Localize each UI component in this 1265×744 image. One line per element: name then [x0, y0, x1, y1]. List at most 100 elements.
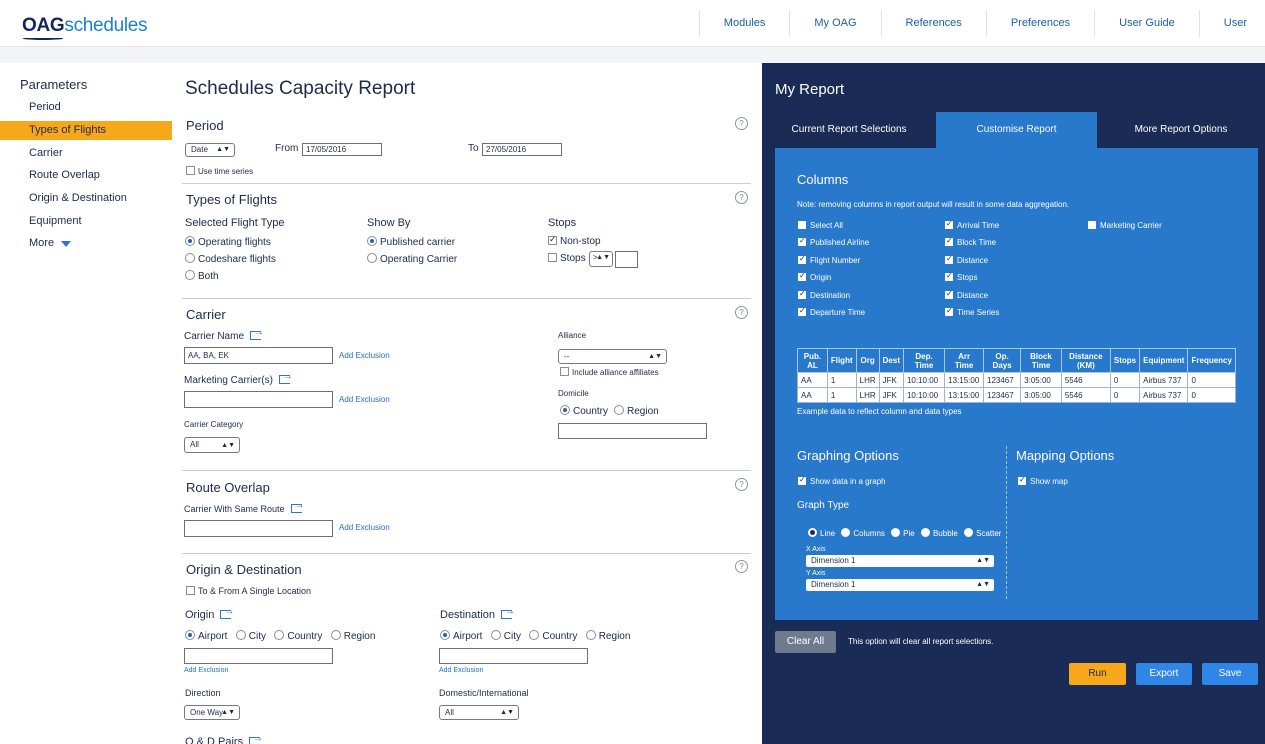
checkbox-checked[interactable] [798, 271, 806, 282]
radio[interactable] [891, 528, 901, 537]
save-button[interactable]: Save [1202, 663, 1258, 685]
show-graph-checkbox[interactable] [798, 475, 806, 485]
col-option[interactable]: Time Series [945, 306, 999, 325]
radio[interactable] [529, 630, 540, 640]
radio-selected[interactable] [185, 236, 195, 246]
time-series-checkbox[interactable] [186, 166, 195, 175]
from-date-input[interactable]: 17/05/2016 [302, 143, 382, 156]
sidebar-item-route-overlap[interactable]: Route Overlap [0, 166, 172, 185]
carrier-name-input[interactable]: AA, BA, EK [184, 347, 333, 364]
marketing-carrier-input[interactable] [184, 391, 333, 408]
opt-operating-flights[interactable]: Operating flights [185, 236, 271, 248]
opt-domicile-region[interactable]: Region [614, 405, 659, 417]
show-graph-option[interactable]: Show data in a graph [798, 475, 886, 486]
checkbox-checked[interactable] [798, 254, 806, 264]
y-axis-select[interactable]: Dimension 1 ▲▼ [806, 579, 994, 591]
col-option[interactable]: Origin [798, 271, 869, 290]
opt-published-carrier[interactable]: Published carrier [367, 236, 455, 248]
x-axis-select[interactable]: Dimension 1 ▲▼ [806, 555, 994, 567]
radio[interactable] [614, 405, 624, 415]
expand-arrow-icon[interactable] [249, 733, 263, 744]
checkbox[interactable] [798, 221, 806, 229]
sidebar-item-period[interactable]: Period [0, 98, 172, 117]
non-stop-checkbox[interactable] [548, 234, 557, 245]
checkbox-checked[interactable] [945, 219, 953, 229]
time-series-option[interactable]: Use time series [186, 166, 253, 176]
checkbox-checked[interactable] [798, 306, 806, 316]
col-option[interactable]: Flight Number [798, 254, 869, 273]
domintl-select[interactable]: All ▲▼ [439, 705, 519, 720]
col-option[interactable]: Published Airline [798, 236, 869, 255]
expand-arrow-icon[interactable] [278, 371, 293, 384]
nav-preferences[interactable]: Preferences [985, 10, 1094, 37]
sidebar-more[interactable]: More [0, 234, 172, 253]
show-map-checkbox[interactable] [1018, 475, 1026, 485]
opt-codeshare-flights[interactable]: Codeshare flights [185, 253, 276, 265]
alliance-affiliates-checkbox[interactable] [560, 367, 569, 376]
alliance-affiliates-option[interactable]: Include alliance affiliates [560, 367, 659, 377]
export-button[interactable]: Export [1136, 663, 1192, 685]
radio[interactable] [235, 630, 246, 640]
stops-checkbox[interactable] [548, 253, 557, 262]
col-option[interactable]: Block Time [945, 236, 999, 255]
nav-user[interactable]: User [1198, 10, 1265, 37]
add-exclusion-link[interactable]: Add Exclusion [439, 667, 483, 674]
col-option[interactable]: Distance [945, 254, 999, 273]
expand-arrow-icon[interactable] [290, 500, 305, 513]
sidebar-item-equipment[interactable]: Equipment [0, 212, 172, 231]
expand-arrow-icon[interactable] [250, 327, 264, 340]
radio[interactable] [964, 528, 974, 537]
col-option[interactable]: Arrival Time [945, 219, 999, 238]
help-icon[interactable]: ? [735, 478, 748, 491]
checkbox-checked[interactable] [945, 254, 953, 264]
nav-references[interactable]: References [880, 10, 986, 37]
carrier-category-select[interactable]: All ▲▼ [184, 437, 240, 453]
nav-my-oag[interactable]: My OAG [789, 10, 880, 37]
radio[interactable] [185, 253, 195, 263]
expand-arrow-icon[interactable] [220, 606, 234, 619]
destination-input[interactable] [439, 648, 588, 664]
period-type-select[interactable]: Date ▲▼ [185, 143, 235, 157]
col-option[interactable]: Distance [945, 289, 999, 308]
direction-select[interactable]: One Way ▲▼ [184, 705, 240, 720]
clear-all-button[interactable]: Clear All [775, 631, 836, 653]
opt-operating-carrier[interactable]: Operating Carrier [367, 253, 457, 265]
col-option[interactable]: Destination [798, 289, 869, 308]
run-button[interactable]: Run [1069, 663, 1126, 685]
add-exclusion-link[interactable]: Add Exclusion [339, 523, 390, 532]
single-location-option[interactable]: To & From A Single Location [186, 586, 311, 596]
opt-domicile-country[interactable]: Country [560, 405, 608, 417]
nav-user-guide[interactable]: User Guide [1094, 10, 1199, 37]
checkbox-checked[interactable] [945, 306, 953, 316]
tab-more-report-options[interactable]: More Report Options [1097, 112, 1265, 148]
same-route-input[interactable] [184, 520, 333, 537]
checkbox-checked[interactable] [798, 236, 806, 247]
domicile-input[interactable] [558, 423, 707, 439]
col-option[interactable]: Stops [945, 271, 999, 290]
radio-selected[interactable] [560, 405, 570, 415]
help-icon[interactable]: ? [735, 117, 748, 130]
radio[interactable] [490, 630, 501, 640]
expand-arrow-icon[interactable] [501, 606, 515, 619]
radio-selected[interactable] [808, 528, 817, 537]
tab-current-report-selections[interactable]: Current Report Selections [762, 112, 936, 148]
checkbox[interactable] [1088, 221, 1096, 229]
col-option[interactable]: Select All [798, 221, 869, 238]
stops-operator-select[interactable]: > ▲▼ [589, 251, 613, 267]
radio[interactable] [841, 528, 851, 537]
show-map-option[interactable]: Show map [1018, 475, 1068, 486]
radio[interactable] [367, 253, 377, 263]
sidebar-item-types-of-flights[interactable]: Types of Flights [0, 121, 172, 140]
opt-both[interactable]: Both [185, 270, 219, 282]
radio-selected[interactable] [367, 236, 377, 246]
checkbox-checked[interactable] [945, 271, 953, 282]
radio[interactable] [920, 528, 930, 537]
opt-non-stop[interactable]: Non-stop [548, 234, 601, 247]
col-option[interactable]: Departure Time [798, 306, 869, 325]
stops-count-input[interactable] [615, 251, 638, 268]
opt-stops[interactable]: Stops [548, 253, 586, 264]
radio[interactable] [585, 630, 596, 640]
checkbox-checked[interactable] [945, 236, 953, 247]
alliance-select[interactable]: -- ▲▼ [558, 349, 667, 364]
single-location-checkbox[interactable] [186, 586, 195, 595]
